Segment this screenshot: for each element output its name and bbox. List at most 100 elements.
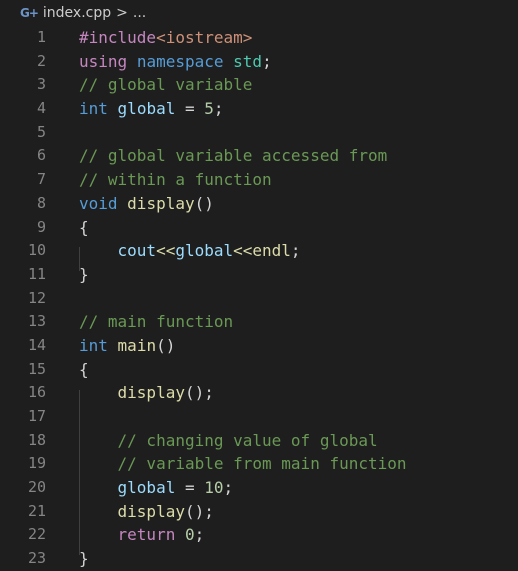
code-line[interactable]: 5 bbox=[0, 121, 518, 145]
chevron-right-icon: > bbox=[116, 5, 128, 21]
code-line[interactable]: 21 display(); bbox=[0, 500, 518, 524]
code-line[interactable]: 17 bbox=[0, 405, 518, 429]
code-line[interactable]: 2 using namespace std; bbox=[0, 50, 518, 74]
code-token: global bbox=[175, 241, 234, 261]
code-text[interactable]: // global variable bbox=[79, 73, 252, 97]
code-area[interactable]: 1 #include<iostream> 2 using namespace std;… bbox=[0, 26, 518, 571]
line-number: 16 bbox=[27, 383, 46, 402]
line-number: 8 bbox=[36, 193, 46, 212]
code-text[interactable]: int global = 5; bbox=[79, 97, 224, 121]
code-text[interactable]: } bbox=[79, 263, 89, 287]
line-number: 9 bbox=[36, 217, 46, 236]
code-text[interactable]: // variable from main function bbox=[79, 452, 407, 476]
code-token: display bbox=[117, 383, 185, 403]
code-token: int bbox=[79, 335, 108, 355]
line-number: 23 bbox=[27, 549, 46, 568]
code-token: 0 bbox=[184, 525, 195, 545]
line-number: 12 bbox=[27, 288, 46, 307]
code-line[interactable]: 11} bbox=[0, 263, 518, 287]
code-text[interactable]: #include<iostream> bbox=[79, 26, 252, 50]
code-line[interactable]: 20 global = 10; bbox=[0, 476, 518, 500]
line-number: 15 bbox=[27, 359, 46, 378]
code-line[interactable]: 7 // within a function bbox=[0, 168, 518, 192]
code-token: { bbox=[79, 359, 89, 379]
code-token: endl bbox=[252, 241, 291, 261]
code-text[interactable]: display(); bbox=[79, 500, 214, 524]
code-token: <iostream> bbox=[156, 28, 253, 47]
code-text[interactable]: // within a function bbox=[79, 168, 272, 192]
code-line[interactable]: 14 int main() bbox=[0, 334, 518, 358]
code-line[interactable]: 4 int global = 5; bbox=[0, 97, 518, 121]
code-token: << bbox=[233, 241, 253, 261]
code-token: global bbox=[117, 478, 176, 498]
code-editor[interactable]: G+ index.cpp > ... 1 #include<iostream> 2 u… bbox=[0, 0, 518, 571]
code-text[interactable]: display(); bbox=[79, 381, 214, 405]
code-token: std bbox=[233, 51, 263, 71]
code-text[interactable]: global = 10; bbox=[79, 476, 234, 500]
code-token: // within a function bbox=[79, 170, 272, 190]
code-text[interactable]: using namespace std; bbox=[79, 50, 272, 74]
code-text[interactable]: cout<<global<<endl; bbox=[79, 239, 301, 263]
code-line[interactable]: 8 void display() bbox=[0, 192, 518, 216]
line-number: 5 bbox=[36, 122, 46, 141]
code-token: 5 bbox=[204, 99, 214, 119]
breadcrumb-file[interactable]: index.cpp bbox=[43, 5, 111, 21]
line-number: 19 bbox=[27, 454, 46, 473]
code-token: // global variable bbox=[79, 75, 253, 95]
code-token: (); bbox=[184, 383, 214, 403]
code-token: display bbox=[127, 193, 195, 213]
code-line[interactable]: 18 // changing value of global bbox=[0, 429, 518, 453]
code-token: // global variable accessed from bbox=[79, 146, 388, 166]
line-number: 1 bbox=[36, 28, 46, 46]
line-number: 2 bbox=[36, 51, 46, 70]
code-token: // main function bbox=[79, 312, 234, 332]
code-line[interactable]: 13 // main function bbox=[0, 310, 518, 334]
code-token: return bbox=[117, 525, 176, 545]
code-text[interactable]: void display() bbox=[79, 192, 214, 216]
breadcrumb-more[interactable]: ... bbox=[133, 5, 146, 21]
code-token: global bbox=[117, 99, 176, 119]
line-number: 21 bbox=[27, 501, 46, 520]
line-number: 17 bbox=[27, 407, 46, 425]
code-token: 10 bbox=[204, 478, 224, 498]
code-token: = bbox=[175, 478, 205, 498]
code-line[interactable]: 22 return 0; bbox=[0, 523, 518, 547]
code-text[interactable]: // main function bbox=[79, 310, 233, 334]
code-token: display bbox=[117, 501, 185, 521]
code-line[interactable]: 19 // variable from main function bbox=[0, 452, 518, 476]
code-line[interactable]: 15 { bbox=[0, 358, 518, 382]
code-text[interactable]: { bbox=[79, 358, 89, 382]
code-line[interactable]: 10 cout<<global<<endl; bbox=[0, 239, 518, 263]
breadcrumb: G+ index.cpp > ... bbox=[0, 0, 146, 26]
cpp-file-icon: G+ bbox=[20, 6, 39, 20]
code-text[interactable]: return 0; bbox=[79, 523, 205, 547]
line-number: 10 bbox=[27, 241, 46, 260]
code-line[interactable]: 3 // global variable bbox=[0, 73, 518, 97]
code-text[interactable]: { bbox=[79, 216, 89, 240]
code-text[interactable]: // global variable accessed from bbox=[79, 144, 387, 168]
code-token: ; bbox=[290, 241, 301, 261]
line-number: 20 bbox=[27, 478, 46, 497]
code-line[interactable]: 12 bbox=[0, 287, 518, 311]
line-number: 3 bbox=[36, 75, 46, 94]
code-token: // changing value of global bbox=[117, 430, 378, 450]
code-text[interactable]: // changing value of global bbox=[79, 429, 378, 453]
code-token: using bbox=[79, 51, 128, 71]
code-line[interactable]: 6 // global variable accessed from bbox=[0, 144, 518, 168]
code-line[interactable]: 1 #include<iostream> bbox=[0, 26, 518, 50]
code-text[interactable]: } bbox=[79, 547, 89, 571]
code-text[interactable]: int main() bbox=[79, 334, 175, 358]
code-token: ; bbox=[213, 99, 224, 119]
code-line[interactable]: 9{ bbox=[0, 216, 518, 240]
code-line[interactable]: 16 display(); bbox=[0, 381, 518, 405]
line-number: 14 bbox=[27, 335, 46, 354]
code-line[interactable]: 23} bbox=[0, 547, 518, 571]
